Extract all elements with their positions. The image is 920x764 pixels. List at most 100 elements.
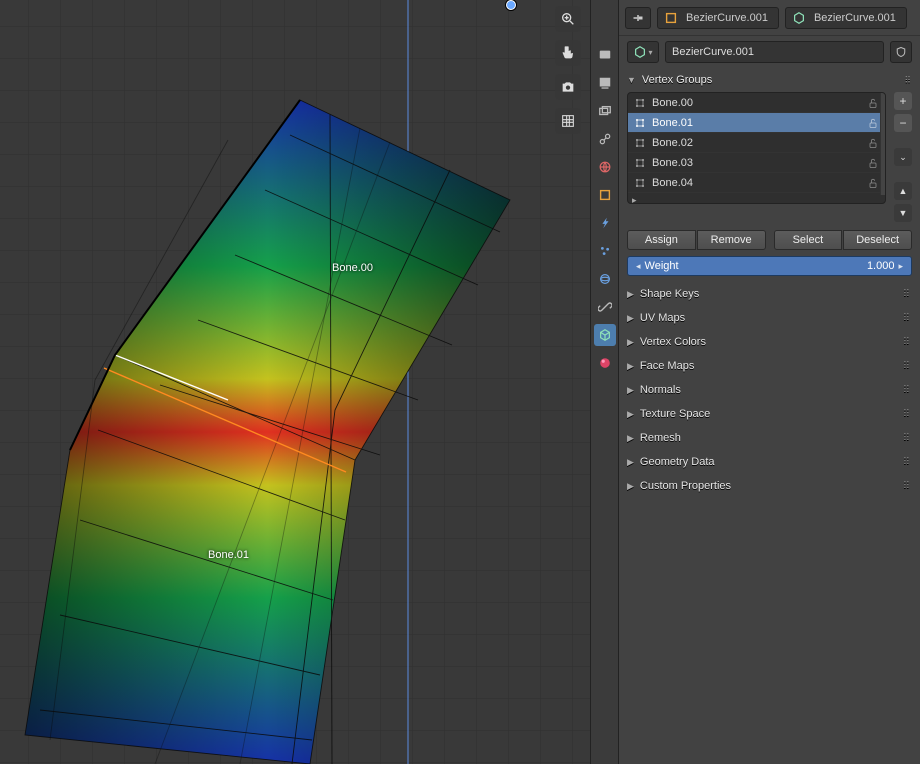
camera-icon[interactable] [555, 74, 581, 100]
weight-value: 1.000 [867, 260, 895, 272]
panel-drag-icon[interactable]: ⠿ [903, 337, 912, 348]
vertex-groups-header[interactable]: ▼ Vertex Groups ⠿ [619, 68, 920, 92]
breadcrumb-data[interactable]: BezierCurve.001 [785, 7, 907, 29]
fake-user-toggle[interactable] [890, 41, 912, 63]
vertex-group-item[interactable]: Bone.03 [628, 153, 885, 173]
tab-world[interactable] [594, 156, 616, 178]
panel-drag-icon[interactable]: ⠿ [903, 361, 912, 372]
vertex-group-icon [634, 157, 646, 169]
panel-drag-icon[interactable]: ⠿ [903, 385, 912, 396]
panel-label: Geometry Data [640, 456, 715, 468]
unlock-icon[interactable] [867, 137, 879, 149]
pan-icon[interactable] [555, 40, 581, 66]
vertex-groups-body: Bone.00 Bone.01 Bone.02 [619, 92, 920, 282]
panel-drag-icon[interactable]: ⠿ [903, 409, 912, 420]
properties-panel: BezierCurve.001 BezierCurve.001 ▾ ▼ Vert… [618, 0, 920, 764]
add-vertex-group-button[interactable]: + [894, 92, 912, 110]
panel-texture-space[interactable]: ▶Texture Space⠿ [619, 402, 920, 426]
panel-vertex-colors[interactable]: ▶Vertex Colors⠿ [619, 330, 920, 354]
panel-label: Vertex Colors [640, 336, 706, 348]
deselect-button[interactable]: Deselect [843, 230, 912, 250]
vertex-groups-list[interactable]: Bone.00 Bone.01 Bone.02 [627, 92, 886, 204]
list-expand-icon[interactable]: ▸ [632, 195, 637, 204]
vertex-group-item[interactable]: Bone.01 [628, 113, 885, 133]
breadcrumb-data-label: BezierCurve.001 [814, 12, 896, 24]
datablock-name-row: ▾ [619, 36, 920, 68]
tab-object[interactable] [594, 184, 616, 206]
tab-scene[interactable] [594, 128, 616, 150]
panel-drag-icon[interactable]: ⠿ [904, 75, 912, 86]
bone-label-0: Bone.00 [332, 262, 373, 274]
weight-label: Weight [645, 260, 679, 272]
panel-shape-keys[interactable]: ▶Shape Keys⠿ [619, 282, 920, 306]
panel-drag-icon[interactable]: ⠿ [903, 481, 912, 492]
panel-drag-icon[interactable]: ⠿ [903, 433, 912, 444]
move-down-button[interactable]: ▼ [894, 204, 912, 222]
panel-geometry-data[interactable]: ▶Geometry Data⠿ [619, 450, 920, 474]
zoom-icon[interactable] [555, 6, 581, 32]
vertex-group-label: Bone.01 [652, 117, 693, 129]
tab-modifier[interactable] [594, 212, 616, 234]
select-button[interactable]: Select [774, 230, 843, 250]
chevron-right-icon: ▸ [898, 261, 903, 272]
unlock-icon[interactable] [867, 157, 879, 169]
vertex-group-label: Bone.00 [652, 97, 693, 109]
vertex-group-label: Bone.03 [652, 157, 693, 169]
viewport-toolbar [555, 6, 581, 134]
assign-button[interactable]: Assign [627, 230, 696, 250]
vertex-group-icon [634, 137, 646, 149]
vertex-group-item[interactable]: Bone.02 [628, 133, 885, 153]
pin-icon[interactable] [625, 7, 651, 29]
tab-material[interactable] [594, 352, 616, 374]
tab-particles[interactable] [594, 240, 616, 262]
panel-custom-properties[interactable]: ▶Custom Properties⠿ [619, 474, 920, 498]
tab-render[interactable] [594, 44, 616, 66]
list-scrollbar[interactable] [880, 93, 885, 195]
unlock-icon[interactable] [867, 97, 879, 109]
viewport-3d[interactable]: Bone.00 Bone.01 [0, 0, 590, 764]
breadcrumb-object-label: BezierCurve.001 [686, 12, 768, 24]
vertex-group-label: Bone.02 [652, 137, 693, 149]
unlock-icon[interactable] [867, 117, 879, 129]
panel-label: Shape Keys [640, 288, 699, 300]
perspective-grid-icon[interactable] [555, 108, 581, 134]
vertex-groups-title: Vertex Groups [642, 74, 712, 86]
panel-face-maps[interactable]: ▶Face Maps⠿ [619, 354, 920, 378]
tab-mesh-data[interactable] [594, 324, 616, 346]
panel-label: Remesh [640, 432, 681, 444]
panel-label: Custom Properties [640, 480, 731, 492]
vertex-group-icon [634, 97, 646, 109]
unlock-icon[interactable] [867, 177, 879, 189]
remove-vertex-group-button[interactable]: − [894, 114, 912, 132]
move-up-button[interactable]: ▲ [894, 182, 912, 200]
tab-constraints[interactable] [594, 296, 616, 318]
panel-drag-icon[interactable]: ⠿ [903, 457, 912, 468]
panel-uv-maps[interactable]: ▶UV Maps⠿ [619, 306, 920, 330]
tab-output[interactable] [594, 72, 616, 94]
breadcrumb-object[interactable]: BezierCurve.001 [657, 7, 779, 29]
vertex-group-specials-menu[interactable]: ⌄ [894, 148, 912, 166]
vertex-group-item[interactable]: Bone.04 [628, 173, 885, 193]
panel-label: Normals [640, 384, 681, 396]
cursor-3d-indicator [506, 0, 516, 10]
properties-header: BezierCurve.001 BezierCurve.001 [619, 0, 920, 36]
viewport-grid [0, 0, 590, 764]
vertex-group-label: Bone.04 [652, 177, 693, 189]
properties-tabs [590, 0, 618, 764]
panel-remesh[interactable]: ▶Remesh⠿ [619, 426, 920, 450]
datablock-name-input[interactable] [665, 41, 884, 63]
vertex-group-item[interactable]: Bone.00 [628, 93, 885, 113]
vertex-group-icon [634, 177, 646, 189]
tab-view-layer[interactable] [594, 100, 616, 122]
tab-physics[interactable] [594, 268, 616, 290]
vertex-group-icon [634, 117, 646, 129]
panel-label: Face Maps [640, 360, 694, 372]
weight-slider[interactable]: ◂ Weight 1.000 ▸ [627, 256, 912, 276]
panel-drag-icon[interactable]: ⠿ [903, 313, 912, 324]
datablock-browse[interactable]: ▾ [627, 41, 659, 63]
panel-normals[interactable]: ▶Normals⠿ [619, 378, 920, 402]
panel-drag-icon[interactable]: ⠿ [903, 289, 912, 300]
remove-button[interactable]: Remove [697, 230, 766, 250]
bone-label-1: Bone.01 [208, 549, 249, 561]
chevron-left-icon: ◂ [636, 261, 641, 272]
